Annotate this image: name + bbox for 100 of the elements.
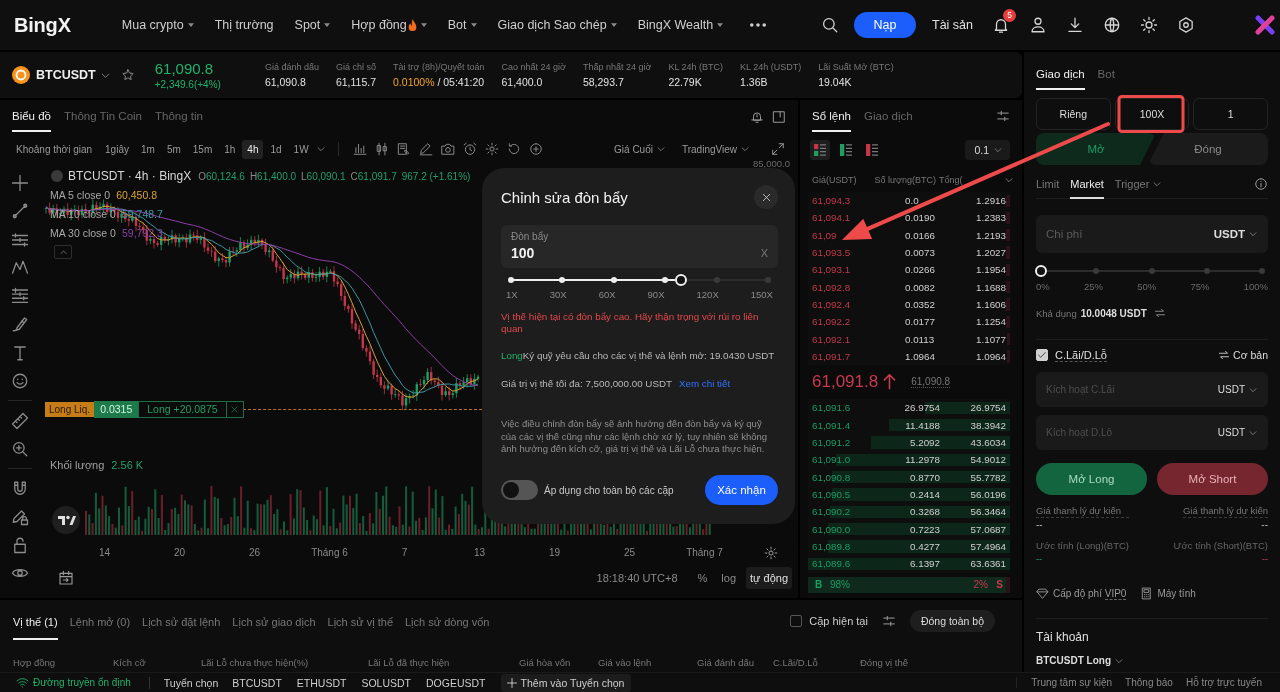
bid-price[interactable]: 61,091.6 <box>812 402 851 414</box>
price-source-dropdown[interactable]: Giá Cuối <box>614 143 666 155</box>
zoom-in-icon[interactable] <box>11 439 29 458</box>
sliders-icon[interactable] <box>996 109 1010 123</box>
bid-price[interactable]: 61,089.6 <box>812 558 851 570</box>
swap-icon[interactable] <box>1153 307 1166 319</box>
slider-thumb[interactable] <box>674 274 687 286</box>
cost-input[interactable]: Chi phí USDT <box>1036 215 1268 253</box>
nav-menu-item[interactable]: Spot <box>294 18 331 32</box>
bid-price[interactable]: 61,091.4 <box>812 419 851 431</box>
bar-chart-icon[interactable] <box>352 142 367 156</box>
info-icon[interactable] <box>1254 177 1268 191</box>
order-type-tab[interactable]: Trigger <box>1114 170 1163 199</box>
brand-logo[interactable]: BingX <box>14 13 71 37</box>
interval-button[interactable]: 1giây <box>100 139 134 159</box>
leverage-input[interactable]: Đòn bẩy 100 X <box>501 225 778 268</box>
sliders-icon[interactable] <box>881 614 896 628</box>
chart-tab[interactable]: Thông Tin Coin <box>64 110 142 132</box>
confirm-button[interactable]: Xác nhận <box>705 475 778 505</box>
add-favorite-button[interactable]: Thêm vào Tuyển chọn <box>500 673 632 692</box>
scale-button[interactable]: log <box>717 567 741 589</box>
scale-button[interactable]: tự động <box>746 567 792 589</box>
open-position-button[interactable]: Mở Short <box>1157 463 1268 495</box>
lock-icon[interactable] <box>11 536 29 555</box>
positions-tab[interactable]: Lịch sử giao dịch <box>232 616 316 640</box>
zigzag-pattern-icon[interactable] <box>11 258 29 277</box>
template-icon[interactable] <box>396 142 411 156</box>
trend-line-icon[interactable] <box>11 202 29 221</box>
order-book-tab[interactable]: Sổ lệnh <box>812 110 851 132</box>
unit-dropdown[interactable]: USDT <box>1213 228 1258 240</box>
positions-tab[interactable]: Lịch sử vị thế <box>327 616 393 640</box>
favorite-symbol[interactable]: BTCUSDT <box>232 676 282 689</box>
ask-price[interactable]: 61,094.1 <box>812 212 851 224</box>
positions-tab[interactable]: Vị thế (1) <box>13 616 58 640</box>
deposit-button[interactable]: Nạp <box>854 12 916 38</box>
bell-icon[interactable] <box>992 16 1010 34</box>
ask-price[interactable]: 61,092.1 <box>812 333 851 345</box>
bid-price[interactable]: 61,091.0 <box>812 454 851 466</box>
bid-price[interactable]: 61,091.2 <box>812 437 851 449</box>
order-book-tab[interactable]: Giao dịch <box>864 110 913 132</box>
order-type-tab[interactable]: Market <box>1070 170 1104 199</box>
smiley-icon[interactable] <box>11 372 29 391</box>
toggle-switch[interactable] <box>501 480 538 500</box>
horizontal-lines-icon[interactable] <box>11 230 29 249</box>
calculator-link[interactable]: Máy tính <box>1157 587 1196 599</box>
logo-badge-icon[interactable] <box>52 506 80 534</box>
bid-price[interactable]: 61,090.5 <box>812 489 851 501</box>
nav-menu-item[interactable]: Mua crypto <box>121 18 194 32</box>
camera-icon[interactable] <box>440 142 455 156</box>
ask-price[interactable]: 61,094.3 <box>812 195 851 207</box>
bid-price[interactable]: 61,089.8 <box>812 541 851 553</box>
assets-link[interactable]: Tài sản <box>932 18 973 32</box>
star-icon[interactable] <box>120 68 135 82</box>
setting-button[interactable]: Riêng <box>1036 98 1111 130</box>
ask-price[interactable]: 61,091.7 <box>812 351 851 363</box>
checkbox[interactable] <box>790 615 803 627</box>
positions-tab[interactable]: Lịch sử dòng vốn <box>405 616 490 640</box>
bid-price[interactable]: 61,090.8 <box>812 471 851 483</box>
side-tab[interactable]: Mở <box>1036 133 1156 165</box>
pencil-lock-icon[interactable] <box>11 507 29 526</box>
mode-switch-link[interactable]: Cơ bản <box>1218 349 1268 361</box>
download-icon[interactable] <box>1066 16 1084 34</box>
slider-thumb[interactable] <box>1035 265 1047 277</box>
undo-icon[interactable] <box>506 142 521 156</box>
nav-menu-item[interactable]: Thị trường <box>214 18 274 32</box>
footer-link[interactable]: Hỗ trợ trực tuyến <box>1185 677 1262 688</box>
open-position-button[interactable]: Mở Long <box>1036 463 1147 495</box>
nav-menu-item[interactable]: Hợp đồng <box>351 18 427 32</box>
pencil-icon[interactable] <box>418 142 433 156</box>
interval-button[interactable]: 15m <box>187 139 218 159</box>
bid-price[interactable]: 61,090.0 <box>812 523 851 535</box>
text-tool-icon[interactable] <box>11 343 29 362</box>
setting-button[interactable]: 1 <box>1193 98 1268 130</box>
search-icon[interactable] <box>821 16 839 34</box>
side-tab[interactable]: Đóng <box>1148 133 1268 165</box>
footer-link[interactable]: Trung tâm sự kiện <box>1031 677 1113 688</box>
footer-link[interactable]: Thông báo <box>1125 677 1173 688</box>
fibonacci-lines-icon[interactable] <box>11 287 29 306</box>
interval-button[interactable]: 1d <box>265 139 287 159</box>
tpsl-label[interactable]: C.Lãi/D.Lỗ <box>1055 348 1107 362</box>
ask-price[interactable]: 61,09 <box>812 229 837 241</box>
expand-icon[interactable] <box>771 142 785 156</box>
interval-button[interactable]: 5m <box>161 139 186 159</box>
more-icon[interactable] <box>750 23 767 27</box>
window-icon[interactable] <box>772 110 786 124</box>
calendar-icon[interactable] <box>58 570 74 586</box>
close-button[interactable] <box>754 185 778 209</box>
bell-plus-icon[interactable] <box>750 110 764 124</box>
precision-dropdown[interactable]: 0.1 <box>965 140 1010 160</box>
interval-button[interactable]: 1h <box>219 139 241 159</box>
interval-button[interactable]: 4h <box>242 139 264 159</box>
ruler-icon[interactable] <box>11 411 29 430</box>
details-link[interactable]: Xem chi tiết <box>679 378 731 390</box>
sun-icon[interactable] <box>1140 16 1158 34</box>
ask-price[interactable]: 61,093.5 <box>812 247 851 259</box>
alarm-clock-icon[interactable] <box>462 142 477 156</box>
candlestick-icon[interactable] <box>374 142 389 156</box>
ask-price[interactable]: 61,092.2 <box>812 316 851 328</box>
checkbox-label[interactable]: Cặp hiện tại <box>809 615 868 627</box>
positions-tab[interactable]: Lệnh mở (0) <box>69 616 131 640</box>
